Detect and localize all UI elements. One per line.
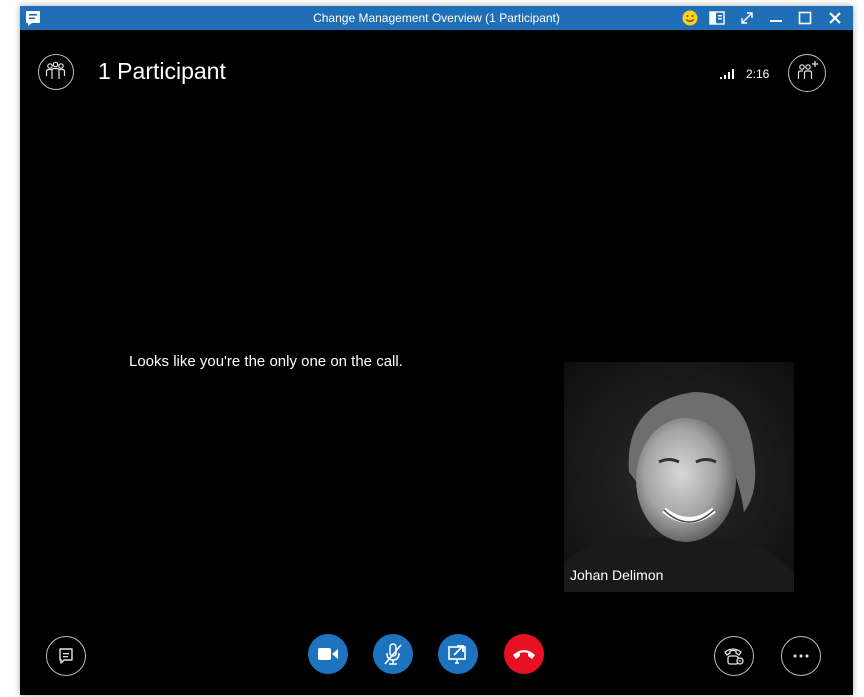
maximize-icon[interactable] [796,9,814,27]
add-people-icon [797,61,818,79]
self-video-image [564,362,794,592]
more-options-icon [793,654,809,658]
close-icon[interactable] [826,9,844,27]
signal-strength-icon [720,69,734,79]
video-camera-icon [318,648,338,660]
mute-microphone-icon [384,643,402,665]
im-button[interactable] [46,636,86,676]
video-button[interactable] [308,634,348,674]
title-bar: Change Management Overview (1 Participan… [20,6,853,30]
expand-icon[interactable] [738,9,756,27]
share-screen-button[interactable] [438,634,478,674]
call-timer: 2:16 [746,67,770,81]
call-controls-icon [724,648,744,665]
participant-count: 1 Participant [98,58,226,84]
window-title: Change Management Overview (1 Participan… [313,11,560,25]
participants-button[interactable] [38,54,74,90]
self-name-label: Johan Delimon [570,567,664,583]
layout-icon[interactable] [708,9,726,27]
meeting-window: Change Management Overview (1 Participan… [20,6,853,695]
self-video-preview: Johan Delimon [564,362,794,592]
mute-button[interactable] [373,634,413,674]
hang-up-icon [513,650,535,659]
participants-icon [45,61,66,79]
share-screen-icon [448,645,466,664]
emoji-icon[interactable] [681,9,699,27]
call-controls-button[interactable] [714,636,754,676]
more-options-button[interactable] [781,636,821,676]
alone-message: Looks like you're the only one on the ca… [129,353,403,370]
add-people-button[interactable] [788,54,826,92]
minimize-icon[interactable] [767,9,785,27]
im-icon [59,648,73,664]
hang-up-button[interactable] [504,634,544,674]
